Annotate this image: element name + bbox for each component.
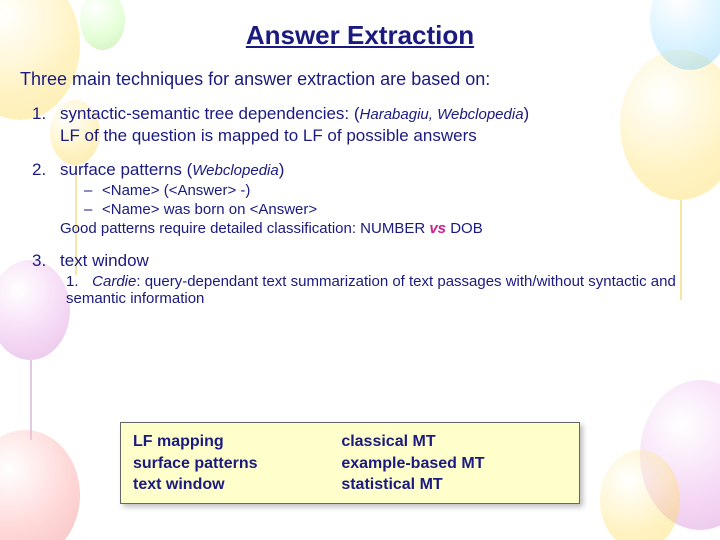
box-l3: text window	[133, 474, 341, 496]
good-post: DOB	[450, 220, 483, 237]
box-r2: example-based MT	[341, 453, 567, 475]
summary-box: LF mapping surface patterns text window …	[120, 422, 580, 504]
slide-title: Answer Extraction	[20, 20, 700, 51]
item3-head: text window	[60, 251, 149, 270]
item2-pattern-2: –<Name> was born on <Answer>	[60, 201, 700, 218]
box-left-col: LF mapping surface patterns text window	[133, 431, 341, 495]
slide-content: Answer Extraction Three main techniques …	[0, 0, 720, 331]
item2-pattern-1: –<Name> (<Answer> -)	[60, 182, 700, 199]
item2-head: surface patterns (	[60, 160, 192, 179]
item1-ital: Harabagiu, Webclopedia	[360, 106, 524, 123]
item2-tail: )	[279, 160, 285, 179]
sub-number: 1.	[66, 273, 88, 290]
sub-name: Cardie	[92, 273, 136, 290]
technique-item-3: text window 1. Cardie: query-dependant t…	[60, 251, 700, 307]
box-r1: classical MT	[341, 431, 567, 453]
item1-tail: )	[524, 104, 530, 123]
technique-item-2: surface patterns (Webclopedia) –<Name> (…	[60, 160, 700, 237]
intro-text: Three main techniques for answer extract…	[20, 69, 700, 90]
sub-text: : query-dependant text summarization of …	[66, 273, 676, 307]
item3-sub: 1. Cardie: query-dependant text summariz…	[60, 273, 700, 307]
item2-good: Good patterns require detailed classific…	[60, 220, 700, 237]
box-r3: statistical MT	[341, 474, 567, 496]
item1-head: syntactic-semantic tree dependencies: (	[60, 104, 360, 123]
box-l1: LF mapping	[133, 431, 341, 453]
item2-ital: Webclopedia	[192, 162, 278, 179]
good-pre: Good patterns require detailed classific…	[60, 220, 429, 237]
item1-desc: LF of the question is mapped to LF of po…	[60, 126, 700, 146]
box-right-col: classical MT example-based MT statistica…	[341, 431, 567, 495]
box-l2: surface patterns	[133, 453, 341, 475]
pattern1-text: <Name> (<Answer> -)	[102, 182, 250, 199]
technique-item-1: syntactic-semantic tree dependencies: (H…	[60, 104, 700, 146]
good-vs: vs	[429, 220, 446, 237]
technique-list: syntactic-semantic tree dependencies: (H…	[20, 104, 700, 307]
pattern2-text: <Name> was born on <Answer>	[102, 201, 317, 218]
